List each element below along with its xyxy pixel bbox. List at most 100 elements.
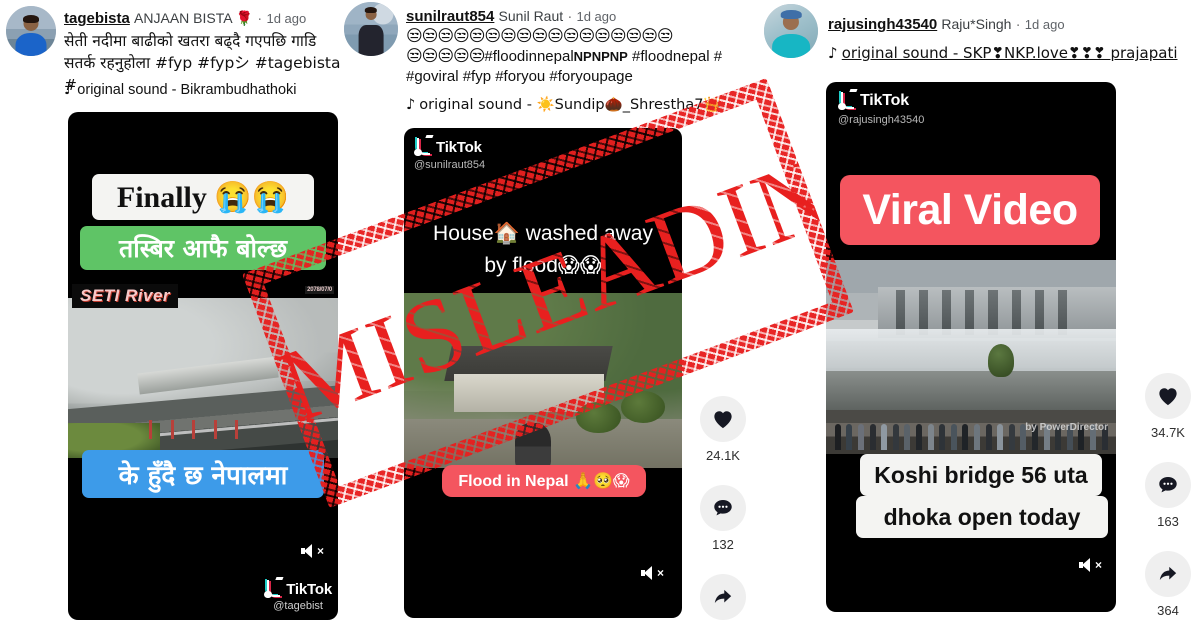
share-button-3[interactable]: 364 xyxy=(1145,551,1191,618)
guard-post xyxy=(170,419,174,439)
tiktok-logo-icon xyxy=(414,137,432,156)
tiktok-brand-bottom: TikTok xyxy=(264,579,332,598)
heart-icon[interactable] xyxy=(1145,373,1191,419)
comment-icon[interactable] xyxy=(1145,462,1191,508)
scream-emoji-text: 😱😱😱 xyxy=(905,547,1037,593)
bridge-shape xyxy=(137,356,280,395)
avatar-1[interactable] xyxy=(6,6,56,56)
like-button-3[interactable]: 34.7K xyxy=(1145,373,1191,440)
video-player-2[interactable]: TikTok @sunilraut854 House🏠 washed away … xyxy=(404,128,682,618)
overlay-koshi-line-2: dhoka open today xyxy=(856,496,1108,538)
like-count: 34.7K xyxy=(1151,425,1185,440)
username-link[interactable]: rajusingh43540 xyxy=(828,16,937,33)
post-3-sound-row[interactable]: ♪ original sound - SKP❣NKP.love❣❣❣ praja… xyxy=(828,44,1178,62)
hashtag-npnpnp[interactable]: NPNPNP xyxy=(574,49,628,64)
bush-shape xyxy=(620,391,666,423)
heart-icon[interactable] xyxy=(700,396,746,442)
sound-label[interactable]: original sound - ☀️Sundip🌰_Shrestha7👑 xyxy=(419,97,721,113)
overlay-viral-video: Viral Video xyxy=(840,175,1100,245)
avatar-3[interactable] xyxy=(764,4,818,58)
avatar-hair xyxy=(23,14,39,23)
comment-button-2[interactable]: 132 xyxy=(700,485,746,552)
overlay-green-text: तस्बिर आफै बोल्छ xyxy=(119,234,287,263)
tiktok-handle-bottom: @tagebist xyxy=(273,600,323,612)
speaker-icon xyxy=(640,566,655,580)
bush-shape xyxy=(576,401,621,433)
overlay-finally-text: Finally 😭😭 xyxy=(116,180,290,214)
like-button-2[interactable]: 24.1K xyxy=(700,396,746,463)
share-icon[interactable] xyxy=(1145,551,1191,597)
timestamp: 1d ago xyxy=(266,11,307,26)
engagement-rail-3: 34.7K 163 364 xyxy=(1145,373,1191,618)
share-button-2[interactable]: 501 xyxy=(700,574,746,628)
video-player-3[interactable]: TikTok @rajusingh43540 Viral Video by Po… xyxy=(826,82,1116,612)
tiktok-brand-3: TikTok xyxy=(838,91,909,110)
hashtag-floodinnepal[interactable]: #floodinnepal xyxy=(484,48,573,65)
post-1-byline: tagebista ANJAAN BISTA 🌹 · 1d ago xyxy=(64,10,306,27)
video-date-stamp: 2078/07/0 xyxy=(305,286,334,294)
tiktok-post-card-3: rajusingh43540 Raju*Singh · 1d ago ♪ ori… xyxy=(760,0,1200,628)
comment-button-3[interactable]: 163 xyxy=(1145,462,1191,529)
video-player-1[interactable]: SETI River 2078/07/0 Finally 😭😭 तस्बिर आ… xyxy=(68,112,338,620)
post-2-sound-row[interactable]: ♪ original sound - ☀️Sundip🌰_Shrestha7👑 xyxy=(406,96,722,113)
tiktok-wordmark: TikTok xyxy=(436,138,482,156)
overlay-house-line-1: House🏠 washed away xyxy=(433,222,653,245)
username-link[interactable]: tagebista xyxy=(64,10,130,27)
meta-separator: · xyxy=(567,8,573,25)
share-icon[interactable] xyxy=(700,574,746,620)
avatar-2[interactable] xyxy=(344,2,398,56)
avatar-body xyxy=(15,33,47,56)
guard-post xyxy=(213,419,217,439)
post-2-caption: 😒😒😒😒😒😒😒😒😒😒😒😒😒😒😒😒😒 😒😒😒😒😒#floodinnepalNPNP… xyxy=(406,26,760,87)
avatar-hair xyxy=(364,7,378,14)
share-count: 364 xyxy=(1157,603,1179,618)
tiktok-wordmark: TikTok xyxy=(286,580,332,598)
like-count: 24.1K xyxy=(706,448,740,463)
mute-toggle-2[interactable]: × xyxy=(640,566,664,580)
music-note-icon: ♪ xyxy=(406,97,416,113)
person-silhouette xyxy=(515,422,552,468)
avatar-body xyxy=(772,34,810,58)
screenshot-canvas: tagebista ANJAAN BISTA 🌹 · 1d ago सेती न… xyxy=(0,0,1200,628)
overlay-finally: Finally 😭😭 xyxy=(92,174,314,220)
display-name: Sunil Raut xyxy=(498,8,564,24)
foreground-ground xyxy=(826,371,1116,410)
seti-river-label: SETI River xyxy=(72,284,179,308)
hashtag-tail[interactable]: #floodnepal # xyxy=(628,48,722,65)
mute-x-icon: × xyxy=(316,544,324,558)
overlay-koshi-line-1: Koshi bridge 56 uta xyxy=(860,454,1102,496)
tiktok-wordmark: TikTok xyxy=(860,92,909,109)
powerdirector-watermark: by PowerDirector xyxy=(1025,422,1108,433)
tiktok-logo-icon xyxy=(264,579,283,598)
video-frame-dam xyxy=(826,260,1116,410)
comment-count: 132 xyxy=(712,537,734,552)
tiktok-post-card-2: sunilraut854 Sunil Raut · 1d ago 😒😒😒😒😒😒😒… xyxy=(402,0,760,628)
timestamp: 1d ago xyxy=(1024,17,1065,32)
meta-separator: · xyxy=(257,10,263,27)
sound-label[interactable]: original sound - Bikrambudhathoki xyxy=(77,82,296,98)
overlay-nepali-green: तस्बिर आफै बोल्छ xyxy=(80,226,326,270)
engagement-rail-2: 24.1K 132 501 xyxy=(700,396,746,628)
post-1-sound-row[interactable]: ♪ original sound - Bikrambudhathoki xyxy=(64,82,297,98)
mute-toggle-1[interactable]: × xyxy=(300,544,324,558)
overlay-koshi-text-1: Koshi bridge 56 uta xyxy=(874,461,1088,488)
tiktok-post-card-1: tagebista ANJAAN BISTA 🌹 · 1d ago सेती न… xyxy=(0,0,340,628)
comment-icon[interactable] xyxy=(700,485,746,531)
caption-line-3[interactable]: #goviral #fyp #foryou #foryoupage xyxy=(406,67,760,87)
avatar-headwrap xyxy=(780,10,802,20)
caption-line-1: सेती नदीमा बाढीको खतरा बढ्दै गएपछि गाडि xyxy=(64,32,317,50)
comment-count: 163 xyxy=(1157,514,1179,529)
guard-post xyxy=(149,419,152,439)
username-link[interactable]: sunilraut854 xyxy=(406,8,494,25)
caption-line-2: 😒😒😒😒😒#floodinnepalNPNPNP #floodnepal # xyxy=(406,46,760,67)
post-3-byline: rajusingh43540 Raju*Singh · 1d ago xyxy=(828,16,1065,33)
overlay-house-text: House🏠 washed away by flood😱😱 xyxy=(404,218,682,282)
overlay-koshi-text-2: dhoka open today xyxy=(883,503,1081,530)
overlay-flood-nepal: Flood in Nepal 🙏🥺😱 xyxy=(442,465,646,497)
mute-x-icon: × xyxy=(656,566,664,580)
post-2-byline: sunilraut854 Sunil Raut · 1d ago xyxy=(406,8,616,25)
sound-label[interactable]: original sound - SKP❣NKP.love❣❣❣ prajapa… xyxy=(842,44,1178,62)
mute-toggle-3[interactable]: × xyxy=(1078,558,1102,572)
caption-emoji-row-1: 😒😒😒😒😒😒😒😒😒😒😒😒😒😒😒😒😒 xyxy=(406,26,674,45)
guard-post xyxy=(192,419,196,439)
